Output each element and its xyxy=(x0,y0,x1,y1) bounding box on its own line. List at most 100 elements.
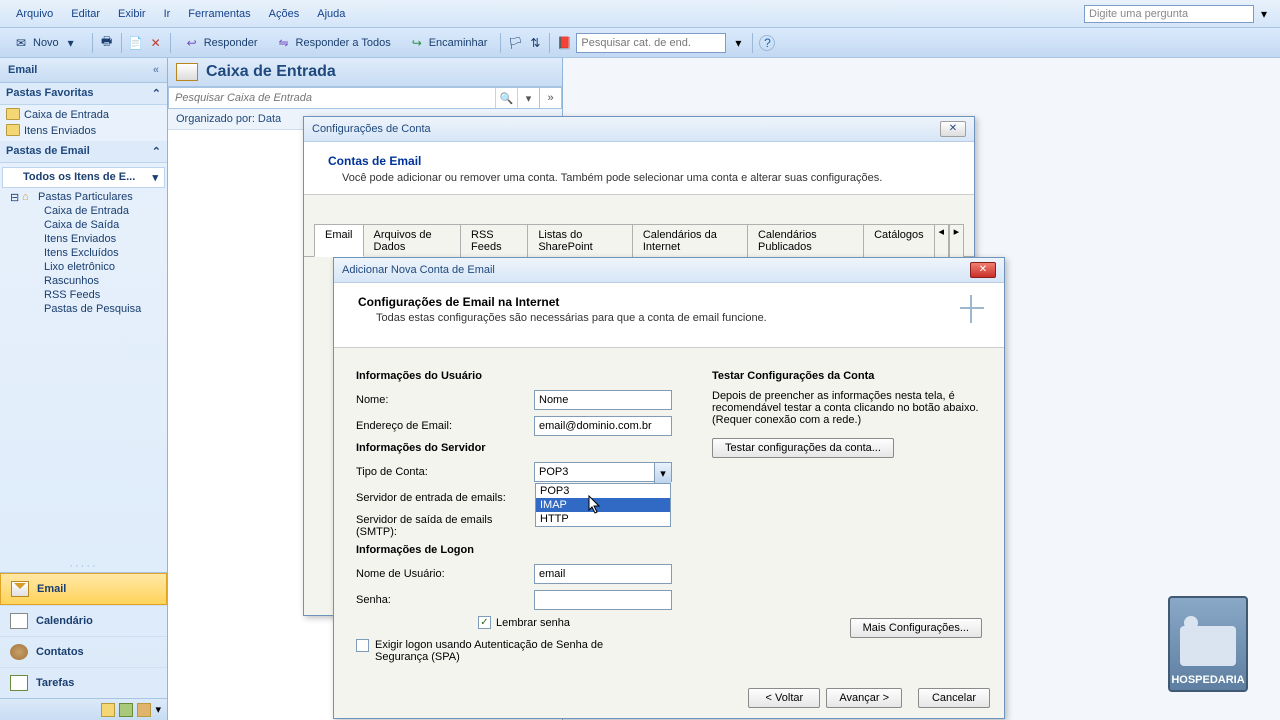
tab-catalogs[interactable]: Catálogos xyxy=(863,224,935,257)
folder-deleted[interactable]: Itens Excluídos xyxy=(0,246,167,260)
tab-internet-cal[interactable]: Calendários da Internet xyxy=(632,224,748,257)
tab-email[interactable]: Email xyxy=(314,224,364,257)
folder-icon xyxy=(6,108,20,120)
shortcut-icon[interactable] xyxy=(119,703,133,717)
address-book-icon[interactable]: 📕 xyxy=(556,35,572,51)
more-settings-button[interactable]: Mais Configurações... xyxy=(850,618,982,638)
option-imap[interactable]: IMAP xyxy=(536,498,670,512)
tab-published-cal[interactable]: Calendários Publicados xyxy=(747,224,864,257)
folder-junk[interactable]: Lixo eletrônico xyxy=(0,260,167,274)
menu-editar[interactable]: Editar xyxy=(63,5,108,23)
nav-mail[interactable]: Email xyxy=(0,573,167,605)
back-button[interactable]: < Voltar xyxy=(748,688,820,708)
favorites-header[interactable]: Pastas Favoritas⌃ xyxy=(0,83,167,105)
move-button[interactable]: 📄 xyxy=(128,35,144,51)
close-button[interactable]: ✕ xyxy=(970,262,996,278)
checkbox-icon: ✓ xyxy=(478,616,491,629)
folder-outbox[interactable]: Caixa de Saída xyxy=(0,218,167,232)
email-input[interactable]: email@dominio.com.br xyxy=(534,416,672,436)
shortcut-icon[interactable] xyxy=(137,703,151,717)
tab-rss[interactable]: RSS Feeds xyxy=(460,224,528,257)
forward-label: Encaminhar xyxy=(429,37,488,49)
group-server-info: Informações do Servidor xyxy=(356,442,672,454)
dropdown-icon[interactable]: ▾ xyxy=(730,35,746,51)
categorize-button[interactable]: 🏳 xyxy=(507,35,523,51)
nav-calendar[interactable]: Calendário xyxy=(0,605,167,636)
configure-buttons-icon[interactable]: ▾ xyxy=(155,703,161,716)
send-receive-button[interactable]: ⇅ xyxy=(527,35,543,51)
username-input[interactable]: email xyxy=(534,564,672,584)
tab-scroll-right[interactable]: ▸ xyxy=(949,224,964,257)
folder-search[interactable]: Pastas de Pesquisa xyxy=(0,302,167,316)
toolbar: ✉ Novo ▾ 🖶 📄 ✕ ↩ Responder ⇋ Responder a… xyxy=(0,28,1280,58)
forward-button[interactable]: ↪ Encaminhar xyxy=(402,32,495,54)
menu-ajuda[interactable]: Ajuda xyxy=(309,5,353,23)
cancel-button[interactable]: Cancelar xyxy=(918,688,990,708)
ask-question-input[interactable]: Digite uma pergunta xyxy=(1084,5,1254,23)
inbox-icon xyxy=(176,63,198,81)
all-items[interactable]: Todos os Itens de E...▾ xyxy=(2,167,165,188)
dropdown-icon: ▾ xyxy=(654,463,671,483)
group-logon: Informações de Logon xyxy=(356,544,672,556)
reply-button[interactable]: ↩ Responder xyxy=(177,32,265,54)
collapse-icon[interactable]: « xyxy=(153,64,159,76)
address-search-input[interactable]: Pesquisar cat. de end. xyxy=(576,33,726,53)
remember-password-checkbox[interactable]: ✓ Lembrar senha xyxy=(478,616,672,629)
reply-all-icon: ⇋ xyxy=(276,35,292,51)
menu-arquivo[interactable]: Arquivo xyxy=(8,5,61,23)
folder-drafts[interactable]: Rascunhos xyxy=(0,274,167,288)
account-tabs: Email Arquivos de Dados RSS Feeds Listas… xyxy=(304,195,974,257)
new-button[interactable]: ✉ Novo ▾ xyxy=(6,32,86,54)
wizard-icon xyxy=(958,295,986,335)
fav-inbox[interactable]: Caixa de Entrada xyxy=(0,107,167,123)
inbox-search-input[interactable] xyxy=(169,88,495,108)
tasks-icon xyxy=(10,675,28,691)
menu-exibir[interactable]: Exibir xyxy=(110,5,154,23)
option-pop3[interactable]: POP3 xyxy=(536,484,670,498)
print-button[interactable]: 🖶 xyxy=(99,35,115,51)
close-button[interactable]: ✕ xyxy=(940,121,966,137)
nav-contacts[interactable]: Contatos xyxy=(0,636,167,667)
spa-checkbox[interactable]: Exigir logon usando Autenticação de Senh… xyxy=(356,639,672,663)
personal-folders[interactable]: ⊟ ⌂ Pastas Particulares xyxy=(0,190,167,204)
dialog-title: Configurações de Conta xyxy=(312,123,431,135)
option-http[interactable]: HTTP xyxy=(536,512,670,526)
nav-footer: ▾ xyxy=(0,698,167,720)
account-type-select[interactable]: POP3 ▾ POP3 IMAP HTTP xyxy=(534,462,672,482)
label-account-type: Tipo de Conta: xyxy=(356,466,534,478)
help-button[interactable]: ? xyxy=(759,35,775,51)
nav-title: Email « xyxy=(0,58,167,83)
contacts-icon xyxy=(10,644,28,660)
name-input[interactable]: Nome xyxy=(534,390,672,410)
delete-button[interactable]: ✕ xyxy=(148,35,164,51)
add-account-wizard: Adicionar Nova Conta de Email ✕ Configur… xyxy=(333,257,1005,719)
menu-bar: Arquivo Editar Exibir Ir Ferramentas Açõ… xyxy=(0,0,1280,28)
menu-acoes[interactable]: Ações xyxy=(261,5,308,23)
group-test: Testar Configurações da Conta xyxy=(712,370,982,382)
search-dropdown-icon[interactable]: ▾ xyxy=(517,88,539,108)
tab-scroll-left[interactable]: ◂ xyxy=(934,224,949,257)
reply-all-button[interactable]: ⇋ Responder a Todos xyxy=(269,32,398,54)
shortcut-icon[interactable] xyxy=(101,703,115,717)
test-settings-button[interactable]: Testar configurações da conta... xyxy=(712,438,894,458)
dropdown-icon[interactable]: ▾ xyxy=(1256,6,1272,22)
calendar-icon xyxy=(10,613,28,629)
menu-ferramentas[interactable]: Ferramentas xyxy=(180,5,258,23)
label-password: Senha: xyxy=(356,594,534,606)
menu-ir[interactable]: Ir xyxy=(156,5,179,23)
folder-inbox[interactable]: Caixa de Entrada xyxy=(0,204,167,218)
tab-data-files[interactable]: Arquivos de Dados xyxy=(363,224,462,257)
folder-rss[interactable]: RSS Feeds xyxy=(0,288,167,302)
search-icon[interactable]: 🔍 xyxy=(495,88,517,108)
reply-all-label: Responder a Todos xyxy=(296,37,391,49)
nav-tasks[interactable]: Tarefas xyxy=(0,667,167,698)
password-input[interactable] xyxy=(534,590,672,610)
group-user-info: Informações do Usuário xyxy=(356,370,672,382)
search-expand-icon[interactable]: » xyxy=(539,88,561,108)
label-username: Nome de Usuário: xyxy=(356,568,534,580)
tab-sharepoint[interactable]: Listas do SharePoint xyxy=(527,224,633,257)
fav-sent[interactable]: Itens Enviados xyxy=(0,123,167,139)
mail-folders-header[interactable]: Pastas de Email⌃ xyxy=(0,141,167,163)
next-button[interactable]: Avançar > xyxy=(826,688,902,708)
folder-sent[interactable]: Itens Enviados xyxy=(0,232,167,246)
